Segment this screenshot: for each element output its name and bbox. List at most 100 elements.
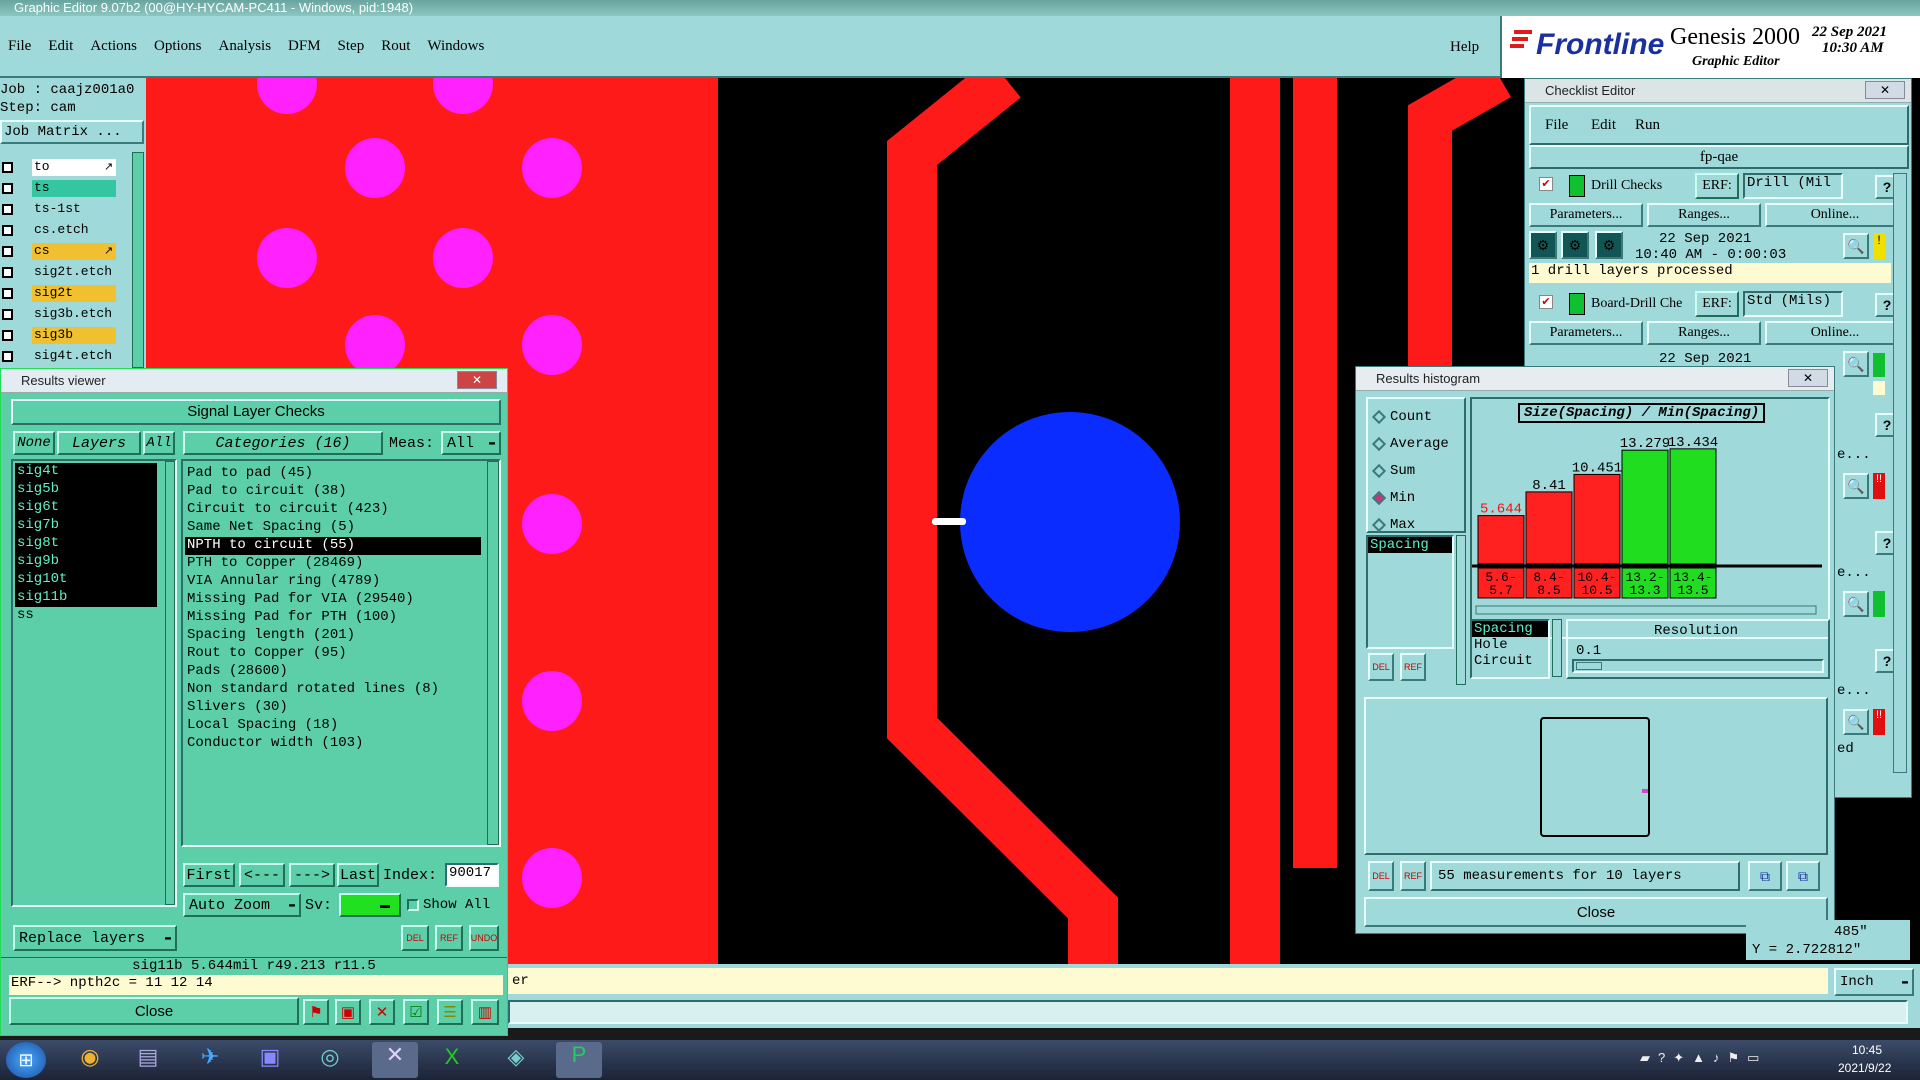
attr-item-circuit[interactable]: Circuit bbox=[1472, 653, 1548, 669]
layer-name[interactable]: ts-1st bbox=[32, 201, 116, 218]
category-item[interactable]: Missing Pad for PTH (100) bbox=[185, 609, 481, 627]
close-icon[interactable]: ✕ bbox=[457, 371, 497, 389]
menu-file[interactable]: File bbox=[8, 38, 31, 55]
category-item[interactable]: Rout to Copper (95) bbox=[185, 645, 481, 663]
ref-button[interactable]: REF bbox=[435, 925, 463, 951]
category-item[interactable]: Pad to circuit (38) bbox=[185, 483, 481, 501]
unit-dropdown[interactable]: Inch ▬ bbox=[1834, 968, 1914, 996]
category-item[interactable]: Missing Pad for VIA (29540) bbox=[185, 591, 481, 609]
tool-icon-3[interactable]: ✕ bbox=[369, 999, 395, 1025]
histogram-bar[interactable] bbox=[1477, 515, 1525, 565]
layer-row[interactable]: sig3b bbox=[0, 326, 118, 347]
category-item[interactable]: NPTH to circuit (55) bbox=[185, 537, 481, 555]
replace-layers-dropdown[interactable]: Replace layers ▬ bbox=[13, 925, 177, 951]
rv-layer-item[interactable]: sig11b bbox=[15, 589, 157, 607]
rv-layer-item[interactable]: sig4t bbox=[15, 463, 157, 481]
layer-name[interactable]: sig2t.etch bbox=[32, 264, 116, 281]
layer-name[interactable]: sig3b bbox=[32, 327, 116, 344]
close-icon[interactable]: ✕ bbox=[1788, 369, 1828, 387]
rv-layer-item[interactable]: sig5b bbox=[15, 481, 157, 499]
layer-row[interactable]: cs.etch bbox=[0, 221, 118, 242]
category-item[interactable]: Non standard rotated lines (8) bbox=[185, 681, 481, 699]
rv-layer-item[interactable]: sig8t bbox=[15, 535, 157, 553]
clock-time[interactable]: 10:45 bbox=[1852, 1043, 1882, 1057]
histogram-bar[interactable] bbox=[1573, 473, 1621, 565]
attr-item-hole[interactable]: Hole bbox=[1472, 637, 1548, 653]
command-field[interactable] bbox=[508, 1000, 1908, 1024]
check1-online-button[interactable]: Online... bbox=[1765, 203, 1905, 227]
layers-button[interactable]: Layers bbox=[57, 431, 141, 455]
taskbar-app-icon[interactable]: ▤ bbox=[128, 1044, 168, 1076]
tool-icon-1[interactable]: ⚑ bbox=[303, 999, 329, 1025]
taskbar-app-icon[interactable]: ▣ bbox=[250, 1044, 290, 1076]
category-item[interactable]: Conductor width (103) bbox=[185, 735, 481, 753]
category-item[interactable]: Slivers (30) bbox=[185, 699, 481, 717]
tool-icon-5[interactable]: ☰ bbox=[437, 999, 463, 1025]
stat-radio[interactable]: Sum bbox=[1371, 457, 1464, 484]
del-button[interactable]: DEL bbox=[401, 925, 429, 951]
layer-checkbox[interactable] bbox=[2, 183, 13, 194]
layers-none-button[interactable]: None bbox=[13, 431, 55, 455]
layer-checkbox[interactable] bbox=[2, 204, 13, 215]
cl-menu-edit[interactable]: Edit bbox=[1591, 117, 1616, 134]
category-item[interactable]: Pads (28600) bbox=[185, 663, 481, 681]
cl-menu-run[interactable]: Run bbox=[1635, 117, 1660, 134]
meas-dropdown[interactable]: All ▬ bbox=[441, 431, 501, 455]
cl-menu-file[interactable]: File bbox=[1545, 117, 1568, 134]
auto-zoom-dropdown[interactable]: Auto Zoom ▬ bbox=[183, 893, 301, 917]
layer-row[interactable]: sig4t.etch bbox=[0, 347, 118, 368]
stat-radio[interactable]: Min bbox=[1371, 484, 1464, 511]
tray-icons[interactable]: ▰?✦▲♪⚑▭ bbox=[1640, 1050, 1820, 1070]
clock-date[interactable]: 2021/9/22 bbox=[1838, 1061, 1891, 1075]
layer-list-scrollbar[interactable] bbox=[132, 152, 144, 368]
next-button[interactable]: ---> bbox=[289, 863, 335, 887]
menu-actions[interactable]: Actions bbox=[90, 38, 137, 55]
category-item[interactable]: Local Spacing (18) bbox=[185, 717, 481, 735]
layer-name[interactable]: sig3b.etch bbox=[32, 306, 116, 323]
rv-layer-item[interactable]: sig6t bbox=[15, 499, 157, 517]
zoom-icon[interactable]: 🔍 bbox=[1843, 351, 1869, 377]
chart-icon[interactable]: ▥ bbox=[471, 999, 499, 1025]
zoom-icon[interactable]: 🔍 bbox=[1843, 709, 1869, 735]
check2-flag-icon[interactable]: ✔ bbox=[1539, 295, 1553, 309]
check2-erf-value[interactable]: Std (Mils) bbox=[1743, 291, 1843, 317]
taskbar-app-icon[interactable]: P bbox=[556, 1042, 602, 1078]
rv-layer-item[interactable]: sig9b bbox=[15, 553, 157, 571]
attr-scrollbar[interactable] bbox=[1552, 619, 1562, 677]
menu-analysis[interactable]: Analysis bbox=[219, 38, 272, 55]
radio-icon[interactable] bbox=[1371, 463, 1387, 478]
category-item[interactable]: Pad to pad (45) bbox=[185, 465, 481, 483]
window-icon[interactable]: ⧉ bbox=[1748, 861, 1782, 891]
hist2-del-button[interactable]: DEL bbox=[1368, 861, 1394, 891]
menu-rout[interactable]: Rout bbox=[381, 38, 410, 55]
stat-list-scrollbar[interactable] bbox=[1456, 535, 1466, 685]
radio-icon[interactable] bbox=[1371, 490, 1387, 505]
layer-name[interactable]: ts bbox=[32, 180, 116, 197]
layer-checkbox[interactable] bbox=[2, 225, 13, 236]
rv-layer-item[interactable]: sig7b bbox=[15, 517, 157, 535]
menu-windows[interactable]: Windows bbox=[427, 38, 484, 55]
check2-online-button[interactable]: Online... bbox=[1765, 321, 1905, 345]
layer-checkbox[interactable] bbox=[2, 288, 13, 299]
stat-radio[interactable]: Average bbox=[1371, 430, 1464, 457]
run-icon[interactable]: ⚙ bbox=[1561, 231, 1589, 259]
radio-icon[interactable] bbox=[1371, 517, 1387, 532]
check2-name[interactable]: Board-Drill Che bbox=[1591, 296, 1682, 312]
histogram-bar[interactable] bbox=[1669, 448, 1717, 565]
menu-help[interactable]: Help bbox=[1450, 39, 1479, 56]
hist2-ref-button[interactable]: REF bbox=[1400, 861, 1426, 891]
resolution-slider[interactable] bbox=[1572, 659, 1824, 673]
undo-button[interactable]: UNDO bbox=[469, 925, 499, 951]
zoom-icon[interactable]: 🔍 bbox=[1843, 591, 1869, 617]
menu-options[interactable]: Options bbox=[154, 38, 202, 55]
window-icon[interactable]: ⧉ bbox=[1786, 861, 1820, 891]
layer-name[interactable]: sig2t bbox=[32, 285, 116, 302]
last-button[interactable]: Last bbox=[337, 863, 379, 887]
layer-checkbox[interactable] bbox=[2, 267, 13, 278]
taskbar-app-icon[interactable]: ✕ bbox=[372, 1042, 418, 1078]
sv-color-dropdown[interactable]: ▬ bbox=[339, 893, 401, 917]
layer-row[interactable]: sig3b.etch bbox=[0, 305, 118, 326]
rv-layer-scrollbar[interactable] bbox=[165, 461, 175, 905]
rv-layer-item[interactable]: ss bbox=[15, 607, 157, 625]
zoom-icon[interactable]: 🔍 bbox=[1843, 473, 1869, 499]
